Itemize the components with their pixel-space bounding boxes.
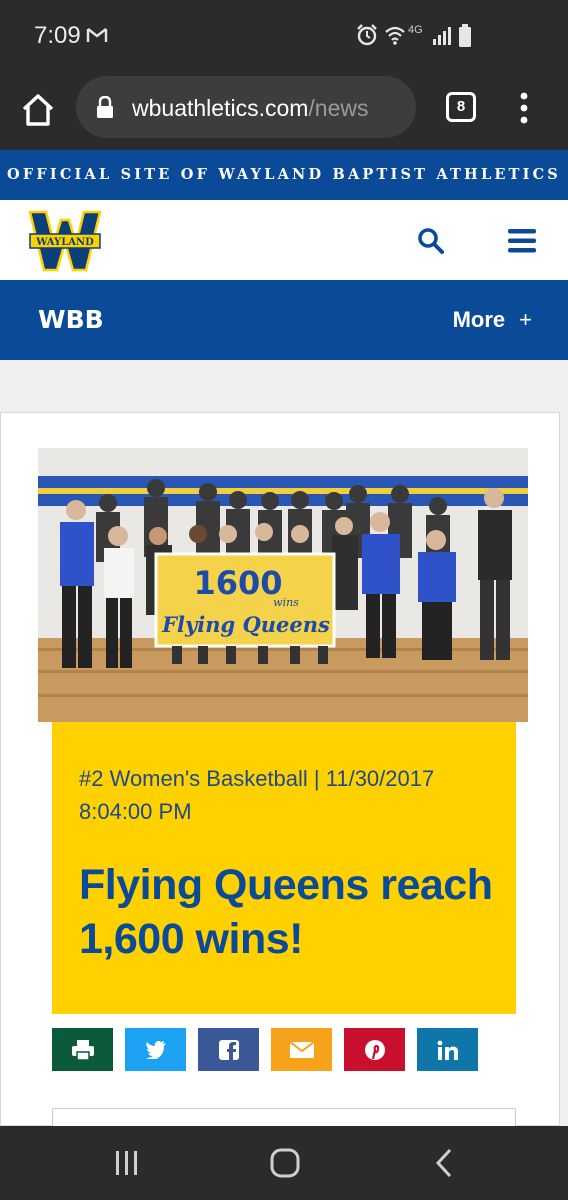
- plus-icon: +: [519, 307, 532, 332]
- logo-text: WAYLAND: [35, 237, 94, 248]
- banner-text: OFFICIAL SITE OF WAYLAND BAPTIST ATHLETI…: [7, 166, 561, 183]
- alarm-icon: [357, 24, 377, 46]
- tab-switcher-button[interactable]: 8: [446, 92, 476, 122]
- linkedin-icon: [437, 1040, 458, 1060]
- linkedin-share-button[interactable]: [417, 1028, 478, 1071]
- section-title[interactable]: WBB: [38, 305, 104, 334]
- facebook-icon: [218, 1039, 239, 1060]
- site-header: WAYLAND: [0, 200, 568, 280]
- team-photo: 1600 wins Flying Queens: [38, 448, 528, 722]
- status-bar: 7:09 4G: [0, 0, 568, 72]
- photo-banner-number: 1600: [193, 564, 282, 602]
- network-type: 4G: [408, 24, 423, 36]
- url-domain: wbuathletics.com: [132, 95, 309, 121]
- article-meta[interactable]: #2 Women's Basketball | 11/30/2017 8:04:…: [79, 762, 499, 828]
- more-label: More: [452, 307, 506, 332]
- signal-icon: [433, 27, 451, 45]
- gmail-icon: [86, 28, 108, 42]
- email-share-button[interactable]: [271, 1028, 332, 1071]
- email-icon: [289, 1041, 314, 1058]
- article-headline: Flying Queens reach 1,600 wins!: [79, 861, 493, 963]
- recents-icon[interactable]: [114, 1150, 140, 1176]
- url-text: wbuathletics.com/news: [132, 95, 407, 122]
- more-menu-button[interactable]: More +: [453, 307, 532, 333]
- facebook-share-button[interactable]: [198, 1028, 259, 1071]
- photo-banner-script: Flying Queens: [161, 612, 330, 637]
- photo-banner-small: wins: [273, 596, 299, 609]
- share-buttons: [52, 1028, 490, 1071]
- wayland-logo[interactable]: WAYLAND: [28, 208, 102, 272]
- article-info-box: #2 Women's Basketball | 11/30/2017 8:04:…: [52, 722, 516, 1014]
- print-icon: [71, 1039, 94, 1061]
- pinterest-icon: [364, 1039, 385, 1060]
- battery-icon: [459, 24, 471, 47]
- site-banner: OFFICIAL SITE OF WAYLAND BAPTIST ATHLETI…: [0, 150, 568, 200]
- browser-toolbar: wbuathletics.com/news 8: [0, 72, 568, 150]
- wifi-icon: [385, 26, 405, 45]
- print-button[interactable]: [52, 1028, 113, 1071]
- back-icon[interactable]: [434, 1148, 454, 1178]
- address-bar[interactable]: wbuathletics.com/news: [76, 76, 416, 138]
- twitter-icon: [145, 1040, 166, 1059]
- system-nav-bar: [0, 1126, 568, 1200]
- system-home-icon[interactable]: [270, 1148, 300, 1178]
- url-path: /news: [308, 95, 369, 121]
- pinterest-share-button[interactable]: [344, 1028, 405, 1071]
- hamburger-menu-icon[interactable]: [508, 228, 536, 254]
- status-time: 7:09: [34, 22, 81, 49]
- more-vert-icon[interactable]: [514, 88, 534, 128]
- section-nav-bar: WBB More +: [0, 280, 568, 360]
- lock-icon: [97, 96, 113, 118]
- twitter-share-button[interactable]: [125, 1028, 186, 1071]
- search-icon[interactable]: [416, 226, 446, 256]
- home-icon[interactable]: [18, 90, 58, 130]
- team-photo-illustration: 1600 wins Flying Queens: [38, 448, 528, 722]
